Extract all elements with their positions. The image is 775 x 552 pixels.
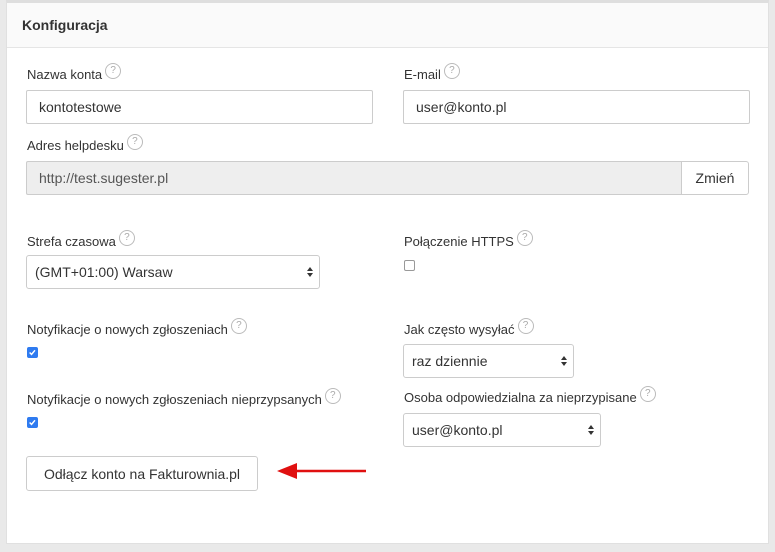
help-icon[interactable]: ? — [324, 388, 341, 404]
responsible-label: Osoba odpowiedzialna za nieprzypisane? — [404, 386, 656, 406]
timezone-label: Strefa czasowa? — [27, 230, 135, 250]
help-icon[interactable]: ? — [105, 63, 122, 79]
help-icon[interactable]: ? — [517, 318, 534, 334]
select-arrows-icon — [307, 267, 313, 277]
notify-new-label: Notyfikacje o nowych zgłoszeniach? — [27, 318, 247, 338]
email-input[interactable] — [403, 90, 750, 124]
account-name-label: Nazwa konta? — [27, 63, 122, 83]
https-label: Połączenie HTTPS? — [404, 230, 533, 250]
responsible-select[interactable]: user@konto.pl — [403, 413, 601, 447]
help-icon[interactable]: ? — [639, 386, 656, 402]
help-icon[interactable]: ? — [443, 63, 460, 79]
timezone-select[interactable]: (GMT+01:00) Warsaw — [26, 255, 320, 289]
notify-unassigned-checkbox[interactable] — [27, 417, 38, 428]
select-arrows-icon — [561, 356, 567, 366]
checkmark-icon — [29, 349, 36, 356]
red-arrow-icon — [277, 463, 366, 479]
frequency-label: Jak często wysyłać? — [404, 318, 534, 338]
notify-new-checkbox[interactable] — [27, 347, 38, 358]
help-icon[interactable]: ? — [230, 318, 247, 334]
helpdesk-label: Adres helpdesku? — [27, 134, 143, 154]
email-label: E-mail? — [404, 63, 460, 83]
select-arrows-icon — [588, 425, 594, 435]
panel-header: Konfiguracja — [7, 3, 768, 48]
disconnect-fakturownia-button[interactable]: Odłącz konto na Fakturownia.pl — [26, 456, 258, 491]
help-icon[interactable]: ? — [126, 134, 143, 150]
checkmark-icon — [29, 419, 36, 426]
panel-title: Konfiguracja — [22, 17, 108, 33]
help-icon[interactable]: ? — [118, 230, 135, 246]
notify-unassigned-label: Notyfikacje o nowych zgłoszeniach nieprz… — [27, 388, 341, 408]
https-checkbox[interactable] — [404, 260, 415, 271]
change-helpdesk-button[interactable]: Zmień — [681, 161, 749, 195]
helpdesk-address-input — [26, 161, 681, 195]
frequency-select[interactable]: raz dziennie — [403, 344, 574, 378]
help-icon[interactable]: ? — [516, 230, 533, 246]
account-name-input[interactable] — [26, 90, 373, 124]
